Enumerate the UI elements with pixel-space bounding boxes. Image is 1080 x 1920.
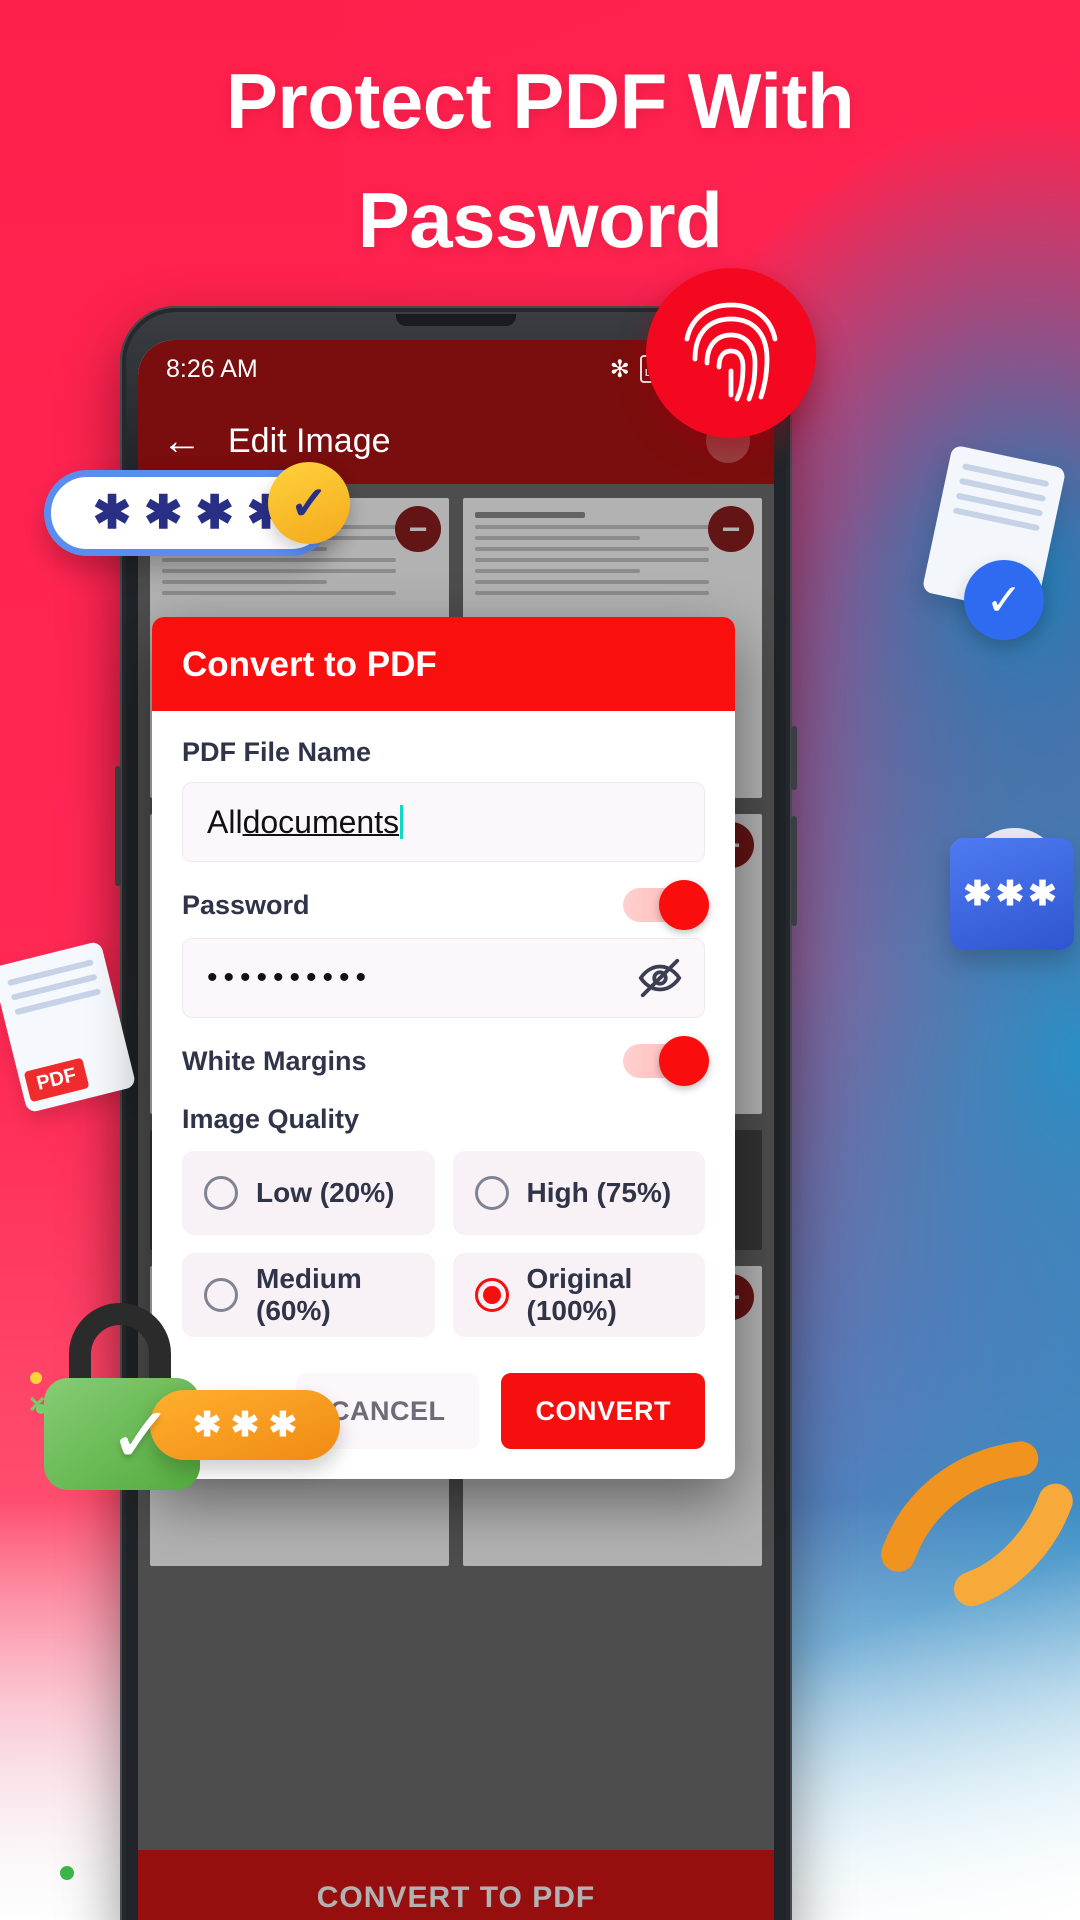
fingerprint-badge xyxy=(646,268,816,438)
text-cursor xyxy=(400,805,404,839)
radio-icon[interactable] xyxy=(204,1176,238,1210)
pdf-file-name-input[interactable]: All documents xyxy=(182,782,705,862)
convert-to-pdf-dialog: Convert to PDF PDF File Name All documen… xyxy=(152,617,735,1479)
password-pill-chars: ✱ ✱ ✱ ✱ xyxy=(92,486,286,539)
quality-option-label: Medium (60%) xyxy=(256,1263,362,1326)
password-toggle[interactable] xyxy=(623,880,709,930)
white-margins-toggle[interactable] xyxy=(623,1036,709,1086)
radio-icon-selected[interactable] xyxy=(474,1278,509,1312)
image-quality-label: Image Quality xyxy=(182,1104,360,1134)
headline-line-1: Protect PDF With xyxy=(225,57,855,145)
headline-line-2: Password xyxy=(357,175,723,264)
app-bar-title: Edit Image xyxy=(228,421,391,460)
password-row: Password xyxy=(182,880,709,930)
bluetooth-icon: ✻ xyxy=(609,355,630,383)
volume-down-button[interactable] xyxy=(791,816,797,926)
chain-link-icon xyxy=(881,1441,1073,1607)
quality-option-high[interactable]: High (75%) xyxy=(452,1151,705,1235)
convert-button[interactable]: CONVERT xyxy=(501,1373,705,1449)
radio-icon[interactable] xyxy=(474,1176,509,1210)
password-label: Password xyxy=(182,889,310,920)
back-arrow-icon[interactable]: ← xyxy=(162,421,202,461)
white-check-decoration: ✓ xyxy=(108,1391,174,1479)
power-button[interactable] xyxy=(115,766,121,886)
image-quality-options: Low (20%) High (75%) Medium (60%) Origin… xyxy=(182,1151,705,1337)
pdf-file-name-label: PDF File Name xyxy=(182,737,372,767)
quality-option-label: Low (20%) xyxy=(256,1177,395,1208)
quality-option-original[interactable]: Original (100%) xyxy=(452,1253,705,1337)
phone-notch xyxy=(396,314,516,326)
quality-option-low[interactable]: Low (20%) xyxy=(182,1151,435,1235)
quality-option-label: Original (100%) xyxy=(526,1263,633,1326)
file-name-value-spell: documents xyxy=(242,803,400,840)
pdf-tag: PDF xyxy=(23,1057,90,1103)
blue-lock-decoration: ✱✱✱ xyxy=(950,838,1074,950)
page-title: Protect PDF With Password xyxy=(0,42,1080,279)
white-margins-label: White Margins xyxy=(182,1045,367,1076)
check-badge-decoration: ✓ xyxy=(268,462,350,544)
dialog-body: PDF File Name All documents Password •••… xyxy=(152,711,735,1479)
password-input[interactable]: •••••••••• xyxy=(182,938,705,1018)
password-field-wrapper: •••••••••• xyxy=(182,938,705,1018)
dot-decoration xyxy=(60,1866,74,1880)
dialog-title: Convert to PDF xyxy=(152,617,735,711)
eye-off-icon[interactable] xyxy=(637,955,683,1001)
volume-up-button[interactable] xyxy=(791,726,797,790)
toggle-knob xyxy=(659,1036,709,1086)
blue-check-decoration: ✓ xyxy=(964,560,1044,640)
quality-option-label: High (75%) xyxy=(526,1177,672,1208)
white-margins-row: White Margins xyxy=(182,1036,709,1086)
fingerprint-icon xyxy=(684,302,778,402)
file-name-value-prefix: All xyxy=(207,803,243,840)
status-bar-time: 8:26 AM xyxy=(166,354,258,383)
toggle-knob xyxy=(659,880,709,930)
